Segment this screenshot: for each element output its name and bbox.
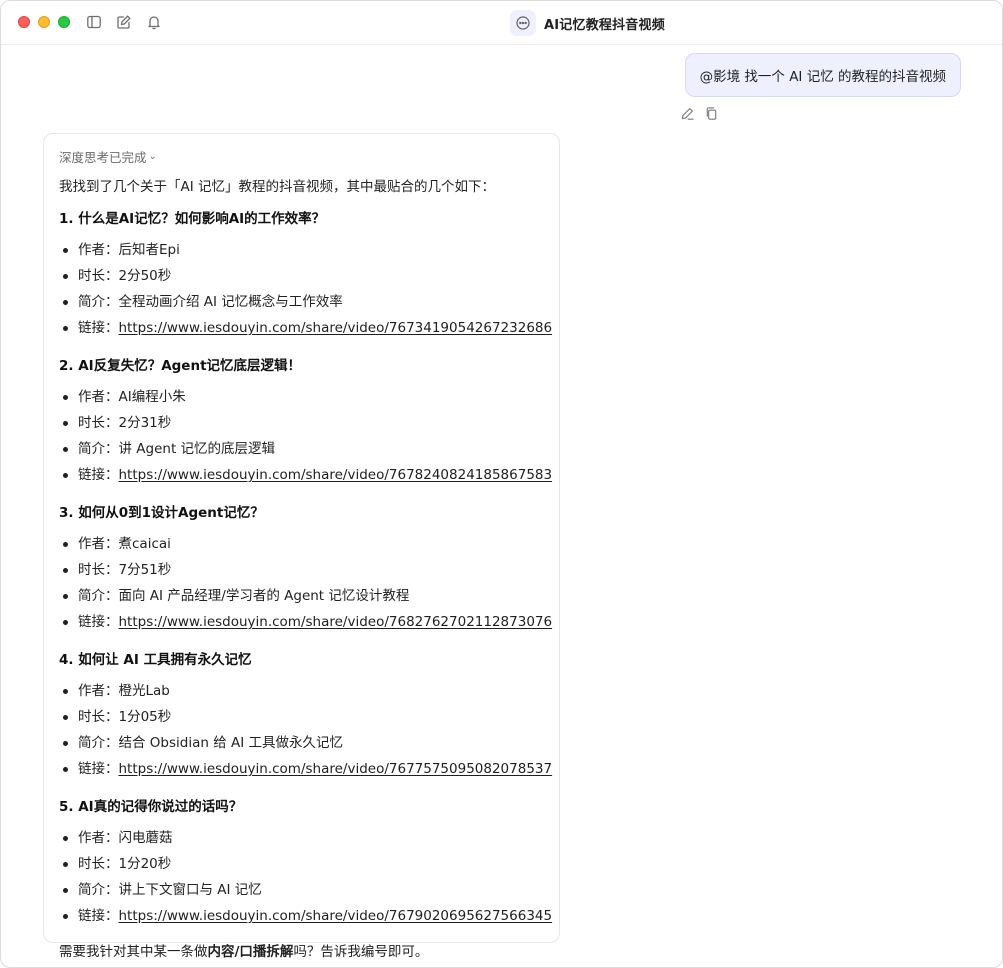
video-title: 3. 如何从0到1设计Agent记忆？: [59, 505, 264, 521]
author-value: 橙光Lab: [118, 683, 170, 699]
author-row: 作者：煮caicai: [59, 535, 545, 561]
link-row: 链接：https://www.iesdouyin.com/share/video…: [59, 760, 552, 786]
duration-value: 2分50秒: [118, 268, 172, 284]
link-row: 链接：https://www.iesdouyin.com/share/video…: [59, 466, 552, 492]
author-value: 闪电蘑菇: [118, 830, 173, 846]
video-title: 5. AI真的记得你说过的话吗？: [59, 799, 243, 815]
title-bar: AI记忆教程抖音视频: [1, 1, 1002, 45]
summary-row: 简介：讲上下文窗口与 AI 记忆: [59, 881, 545, 907]
thinking-toggle[interactable]: 深度思考已完成 ⌄: [59, 146, 545, 166]
duration-row: 时长：1分20秒: [59, 855, 545, 881]
video-link[interactable]: https://www.iesdouyin.com/share/video/76…: [119, 320, 553, 336]
link-row: 链接：https://www.iesdouyin.com/share/video…: [59, 907, 552, 933]
answer-outro: 需要我针对其中某一条做内容/口播拆解吗？告诉我编号即可。: [59, 944, 429, 960]
message-actions: [680, 106, 719, 121]
author-value: 煮caicai: [118, 536, 171, 552]
answer-intro: 我找到了几个关于「AI 记忆」教程的抖音视频，其中最贴合的几个如下：: [59, 179, 496, 195]
window-title-group: AI记忆教程抖音视频: [510, 10, 665, 36]
summary-value: 面向 AI 产品经理/学习者的 Agent 记忆设计教程: [118, 588, 410, 604]
author-row: 作者：闪电蘑菇: [59, 829, 545, 855]
window-title: AI记忆教程抖音视频: [544, 17, 665, 33]
summary-value: 讲 Agent 记忆的底层逻辑: [118, 441, 276, 457]
bell-icon[interactable]: [146, 14, 162, 30]
close-window-button[interactable]: [18, 16, 30, 28]
summary-row: 简介：面向 AI 产品经理/学习者的 Agent 记忆设计教程: [59, 587, 545, 613]
duration-value: 7分51秒: [118, 562, 172, 578]
video-detail-list: 作者：AI编程小朱 时长：2分31秒 简介：讲 Agent 记忆的底层逻辑 链接…: [59, 388, 552, 492]
pencil-icon[interactable]: [680, 106, 695, 121]
summary-row: 简介：全程动画介绍 AI 记忆概念与工作效率: [59, 293, 545, 319]
video-title: 2. AI反复失忆？Agent记忆底层逻辑！: [59, 358, 302, 374]
summary-value: 讲上下文窗口与 AI 记忆: [118, 882, 262, 898]
duration-value: 2分31秒: [118, 415, 172, 431]
video-detail-list: 作者：后知者Epi 时长：2分50秒 简介：全程动画介绍 AI 记忆概念与工作效…: [59, 241, 552, 345]
summary-row: 简介：结合 Obsidian 给 AI 工具做永久记忆: [59, 734, 545, 760]
summary-value: 全程动画介绍 AI 记忆概念与工作效率: [118, 294, 343, 310]
duration-value: 1分20秒: [118, 856, 172, 872]
duration-row: 时长：2分31秒: [59, 414, 545, 440]
video-link[interactable]: https://www.iesdouyin.com/share/video/76…: [119, 467, 553, 483]
author-value: 后知者Epi: [118, 242, 180, 258]
sidebar-toggle-icon[interactable]: [86, 14, 102, 30]
summary-value: 结合 Obsidian 给 AI 工具做永久记忆: [118, 735, 344, 751]
duration-value: 1分05秒: [118, 709, 172, 725]
app-window: AI记忆教程抖音视频 @影境 找一个 AI 记忆 的教程的抖音视频 深度思考已完…: [0, 0, 1003, 968]
copy-icon[interactable]: [704, 106, 719, 121]
chat-bubble-icon: [510, 10, 536, 36]
outro-emphasis: 内容/口播拆解: [207, 944, 294, 960]
video-link[interactable]: https://www.iesdouyin.com/share/video/76…: [119, 614, 553, 630]
link-row: 链接：https://www.iesdouyin.com/share/video…: [59, 319, 552, 345]
chevron-down-icon: ⌄: [148, 150, 157, 162]
video-detail-list: 作者：煮caicai 时长：7分51秒 简介：面向 AI 产品经理/学习者的 A…: [59, 535, 552, 639]
user-message-bubble: @影境 找一个 AI 记忆 的教程的抖音视频: [684, 53, 961, 97]
video-title: 1. 什么是AI记忆？如何影响AI的工作效率？: [59, 211, 326, 227]
compose-icon[interactable]: [116, 14, 132, 30]
author-row: 作者：橙光Lab: [59, 682, 545, 708]
duration-row: 时长：1分05秒: [59, 708, 545, 734]
author-value: AI编程小朱: [118, 389, 186, 405]
author-row: 作者：后知者Epi: [59, 241, 545, 267]
link-row: 链接：https://www.iesdouyin.com/share/video…: [59, 613, 552, 639]
minimize-window-button[interactable]: [38, 16, 50, 28]
duration-row: 时长：2分50秒: [59, 267, 545, 293]
assistant-answer-card: 深度思考已完成 ⌄ 我找到了几个关于「AI 记忆」教程的抖音视频，其中最贴合的几…: [43, 133, 560, 960]
thinking-label: 深度思考已完成: [59, 149, 147, 165]
video-detail-list: 作者：橙光Lab 时长：1分05秒 简介：结合 Obsidian 给 AI 工具…: [59, 682, 552, 786]
video-detail-list: 作者：闪电蘑菇 时长：1分20秒 简介：讲上下文窗口与 AI 记忆 链接：htt…: [59, 829, 552, 933]
video-link[interactable]: https://www.iesdouyin.com/share/video/76…: [119, 908, 553, 924]
author-row: 作者：AI编程小朱: [59, 388, 545, 414]
zoom-window-button[interactable]: [58, 16, 70, 28]
summary-row: 简介：讲 Agent 记忆的底层逻辑: [59, 440, 545, 466]
video-title: 4. 如何让 AI 工具拥有永久记忆: [59, 652, 252, 668]
video-link[interactable]: https://www.iesdouyin.com/share/video/76…: [119, 761, 553, 777]
duration-row: 时长：7分51秒: [59, 561, 545, 587]
